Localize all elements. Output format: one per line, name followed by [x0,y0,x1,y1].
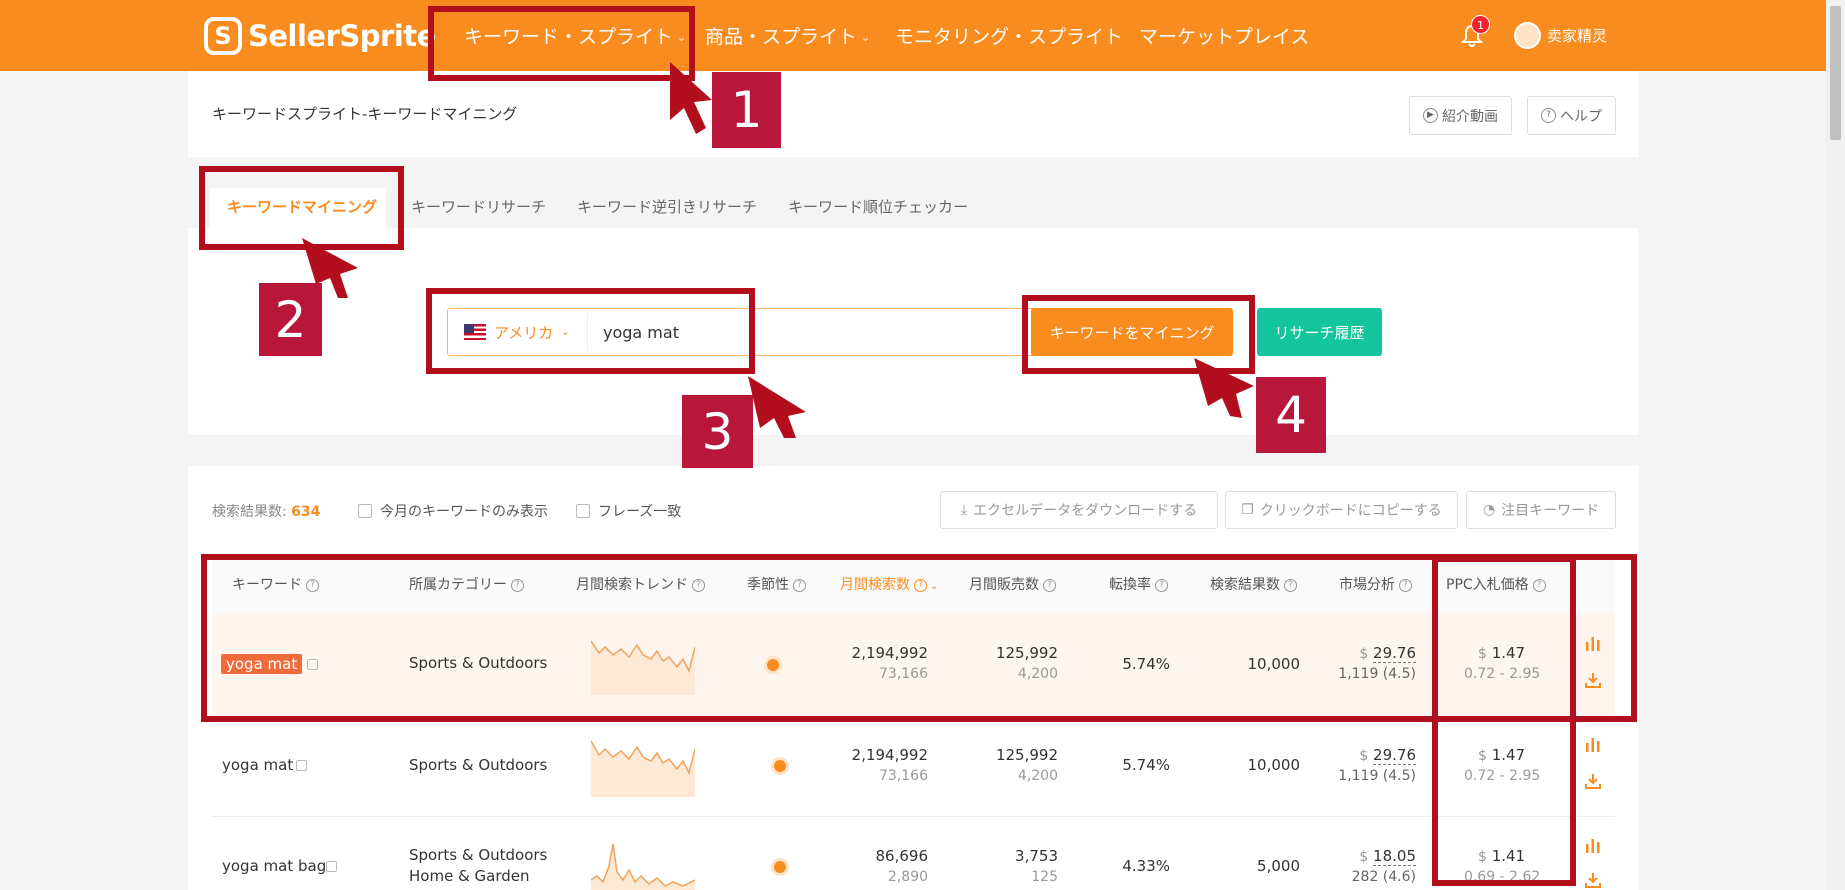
searches-cell: 2,194,992 [851,746,928,764]
help-label: ヘルプ [1560,108,1602,125]
scrollbar-thumb[interactable] [1830,6,1841,140]
annotation-box-ppc [1432,556,1576,886]
phrase-match-checkbox[interactable]: フレーズ一致 [576,501,681,521]
checkbox-box[interactable] [358,504,372,518]
chevron-down-icon: ⌄ [861,31,871,44]
searches-cell: 86,696 [875,847,929,865]
annotation-box-nav [428,6,695,81]
result-count-cell: 5,000 [1257,857,1300,875]
question-icon: ? [1541,108,1556,123]
annotation-arrow [670,62,712,134]
bar-chart-icon[interactable] [1585,839,1601,853]
sales-cell: 3,753 [1015,847,1058,865]
trend-sparkline [591,843,695,890]
seasonality-dot [774,760,786,772]
price-value[interactable]: 29.76 [1373,746,1416,765]
searches-sub-cell: 2,890 [887,869,928,885]
results-count-label: 検索結果数: [212,504,287,520]
help-button[interactable]: ? ヘルプ [1527,96,1616,135]
price-cell[interactable]: $ 18.05 [1330,847,1416,866]
logo-s-icon: S [204,17,242,55]
nav-monitoring-sprite[interactable]: モニタリング・スプライト [895,22,1123,49]
annotation-arrow [302,238,358,298]
annotation-arrow [1194,358,1254,418]
nav-label: 商品・スプライト [705,26,858,48]
reviews-cell: 1,119 (4.5) [1338,768,1416,784]
result-count-cell: 10,000 [1247,756,1301,774]
keyword-cell[interactable]: yoga mat bag [222,857,326,875]
month-only-checkbox[interactable]: 今月のキーワードのみ表示 [358,501,548,521]
keyword-cell[interactable]: yoga mat [222,756,293,774]
download-icon: ⤓ [960,502,968,518]
bar-chart-icon[interactable] [1585,738,1601,752]
checkbox-label: フレーズ一致 [598,504,682,520]
watch-label: 注目キーワード [1501,503,1600,519]
price-cell[interactable]: $ 29.76 [1330,746,1416,765]
price-value[interactable]: 18.05 [1373,847,1416,866]
annotation-box-search [426,288,755,374]
nav-marketplace[interactable]: マーケットプレイス [1139,22,1309,49]
category-cell: Sports & Outdoors [409,756,548,774]
results-count-value: 634 [291,504,321,520]
download-icon[interactable] [1585,773,1601,789]
external-link-icon[interactable] [296,760,307,771]
results-count: 検索結果数: 634 [212,501,320,521]
nav-product-sprite[interactable]: 商品・スプライト ⌄ [705,22,870,49]
brand-name: SellerSprite [248,19,436,53]
annotation-arrow [748,376,806,438]
tab-reverse-research[interactable]: キーワード逆引きリサーチ [577,196,757,217]
pie-chart-icon: ◔ [1482,502,1496,518]
copy-clipboard-button[interactable]: ❐ クリックボードにコピーする [1225,491,1458,529]
download-icon[interactable] [1585,872,1601,888]
avatar[interactable] [1514,22,1541,49]
conversion-cell: 5.74% [1122,756,1170,774]
external-link-icon[interactable] [326,861,337,872]
tab-rank-checker[interactable]: キーワード順位チェッカー [788,196,968,217]
intro-video-button[interactable]: ▶ 紹介動画 [1409,96,1512,135]
annotation-number: 4 [1256,377,1326,453]
annotation-box-row [201,554,1637,722]
search-history-button[interactable]: リサーチ履歴 [1257,308,1382,356]
copy-label: クリックボードにコピーする [1259,503,1442,519]
tab-keyword-research[interactable]: キーワードリサーチ [411,196,546,217]
currency: $ [1359,849,1369,865]
intro-video-label: 紹介動画 [1442,108,1498,125]
export-label: エクセルデータをダウンロードする [973,503,1198,519]
checkbox-box[interactable] [576,504,590,518]
checkbox-label: 今月のキーワードのみ表示 [380,504,548,520]
user-name[interactable]: 卖家精灵 [1547,25,1607,46]
category-cell: Sports & Outdoors [409,846,548,864]
sales-sub-cell: 125 [1031,869,1058,885]
currency: $ [1359,748,1369,764]
trend-sparkline [591,740,695,797]
annotation-number: 3 [682,395,753,468]
reviews-cell: 282 (4.6) [1351,869,1416,885]
page-title: キーワードスプライト-キーワードマイニング [212,105,518,123]
searches-sub-cell: 73,166 [879,768,928,784]
sales-cell: 125,992 [995,746,1058,764]
conversion-cell: 4.33% [1122,857,1170,875]
export-excel-button[interactable]: ⤓ エクセルデータをダウンロードする [940,491,1218,529]
annotation-number: 1 [712,72,781,148]
watch-keywords-button[interactable]: ◔ 注目キーワード [1466,491,1616,529]
notification-badge: 1 [1471,15,1490,34]
seasonality-dot [774,861,786,873]
copy-icon: ❐ [1241,502,1254,518]
sales-sub-cell: 4,200 [1017,768,1058,784]
brand-logo[interactable]: S SellerSprite [204,14,436,58]
category-cell-secondary: Home & Garden [409,867,530,885]
play-icon: ▶ [1423,108,1438,123]
